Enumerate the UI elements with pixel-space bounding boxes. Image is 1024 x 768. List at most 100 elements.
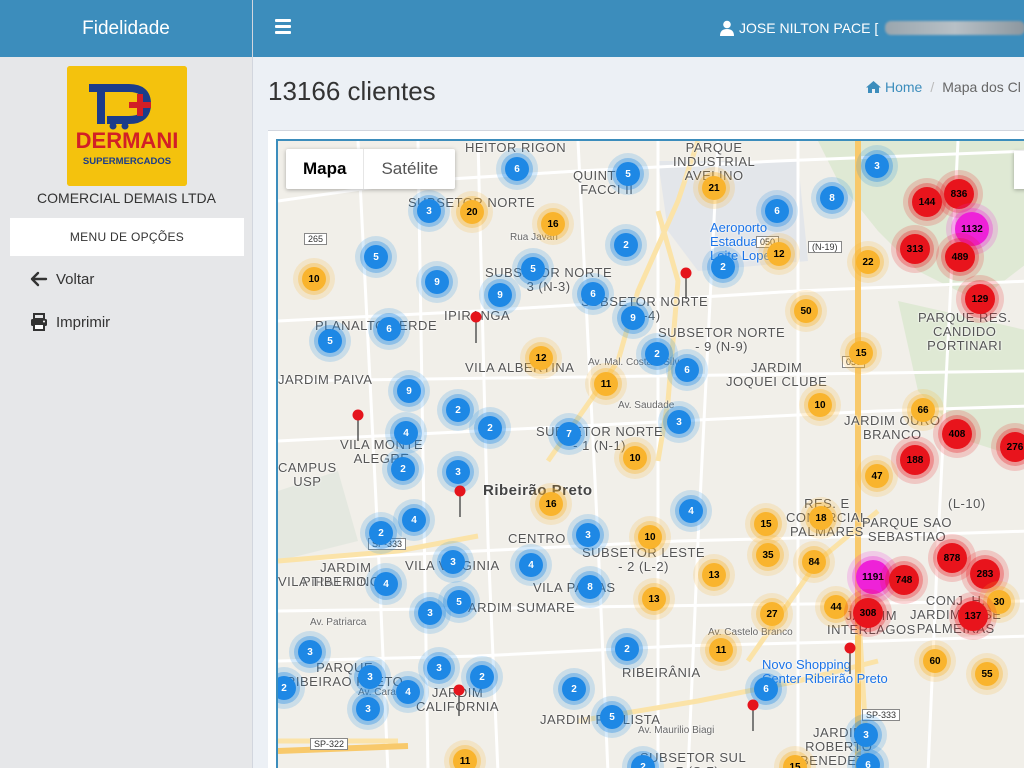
marker-cluster-blue[interactable]: 4 bbox=[396, 680, 420, 704]
map-pin-marker[interactable] bbox=[844, 642, 856, 674]
marker-cluster-blue[interactable]: 4 bbox=[394, 421, 418, 445]
marker-cluster-orange[interactable]: 22 bbox=[856, 250, 880, 274]
map-pin-marker[interactable] bbox=[747, 699, 759, 731]
marker-cluster-blue[interactable]: 4 bbox=[519, 553, 543, 577]
marker-cluster-blue[interactable]: 9 bbox=[488, 283, 512, 307]
marker-cluster-blue[interactable]: 2 bbox=[645, 342, 669, 366]
marker-cluster-red[interactable]: 276 bbox=[1000, 432, 1024, 462]
marker-cluster-orange[interactable]: 10 bbox=[623, 446, 647, 470]
marker-cluster-blue[interactable]: 3 bbox=[667, 410, 691, 434]
marker-cluster-blue[interactable]: 5 bbox=[447, 590, 471, 614]
marker-cluster-blue[interactable]: 5 bbox=[521, 257, 545, 281]
hamburger-menu-icon[interactable] bbox=[275, 19, 291, 37]
marker-cluster-red[interactable]: 408 bbox=[942, 419, 972, 449]
marker-cluster-orange[interactable]: 12 bbox=[529, 346, 553, 370]
marker-cluster-red[interactable]: 308 bbox=[853, 598, 883, 628]
breadcrumb-home[interactable]: Home bbox=[865, 79, 922, 95]
marker-cluster-orange[interactable]: 30 bbox=[987, 590, 1011, 614]
marker-cluster-orange[interactable]: 84 bbox=[802, 550, 826, 574]
marker-cluster-orange[interactable]: 13 bbox=[642, 587, 666, 611]
map-type-map-button[interactable]: Mapa bbox=[286, 149, 363, 189]
marker-cluster-blue[interactable]: 6 bbox=[377, 317, 401, 341]
marker-cluster-orange[interactable]: 16 bbox=[541, 212, 565, 236]
marker-cluster-orange[interactable]: 55 bbox=[975, 662, 999, 686]
marker-cluster-blue[interactable]: 6 bbox=[765, 199, 789, 223]
marker-cluster-red[interactable]: 137 bbox=[958, 601, 988, 631]
map-pin-marker[interactable] bbox=[453, 684, 465, 716]
marker-cluster-blue[interactable]: 3 bbox=[427, 656, 451, 680]
fullscreen-button[interactable] bbox=[1014, 151, 1024, 189]
marker-cluster-blue[interactable]: 6 bbox=[675, 358, 699, 382]
map-pin-marker[interactable] bbox=[352, 409, 364, 441]
marker-cluster-red[interactable]: 144 bbox=[912, 187, 942, 217]
marker-cluster-orange[interactable]: 12 bbox=[767, 242, 791, 266]
marker-cluster-orange[interactable]: 16 bbox=[539, 492, 563, 516]
marker-cluster-blue[interactable]: 2 bbox=[369, 521, 393, 545]
marker-cluster-blue[interactable]: 3 bbox=[356, 697, 380, 721]
user-menu[interactable]: JOSE NILTON PACE [ bbox=[720, 20, 1024, 36]
marker-cluster-red[interactable]: 188 bbox=[900, 445, 930, 475]
marker-cluster-orange[interactable]: 50 bbox=[794, 299, 818, 323]
map-pin-marker[interactable] bbox=[470, 311, 482, 343]
marker-cluster-red[interactable]: 748 bbox=[889, 565, 919, 595]
marker-cluster-red[interactable]: 836 bbox=[944, 179, 974, 209]
marker-cluster-orange[interactable]: 20 bbox=[460, 200, 484, 224]
marker-cluster-red[interactable]: 283 bbox=[970, 559, 1000, 589]
print-link[interactable]: Imprimir bbox=[30, 313, 110, 331]
marker-cluster-orange[interactable]: 10 bbox=[638, 525, 662, 549]
marker-cluster-blue[interactable]: 6 bbox=[505, 157, 529, 181]
marker-cluster-blue[interactable]: 2 bbox=[446, 398, 470, 422]
marker-cluster-blue[interactable]: 7 bbox=[557, 422, 581, 446]
marker-cluster-blue[interactable]: 3 bbox=[418, 601, 442, 625]
marker-cluster-blue[interactable]: 2 bbox=[391, 457, 415, 481]
marker-cluster-blue[interactable]: 2 bbox=[562, 677, 586, 701]
marker-cluster-orange[interactable]: 21 bbox=[702, 176, 726, 200]
marker-cluster-orange[interactable]: 18 bbox=[809, 506, 833, 530]
marker-cluster-orange[interactable]: 35 bbox=[756, 543, 780, 567]
marker-cluster-mag[interactable]: 1132 bbox=[955, 212, 989, 246]
marker-cluster-blue[interactable]: 3 bbox=[854, 723, 878, 747]
map-pin-marker[interactable] bbox=[454, 485, 466, 517]
marker-cluster-blue[interactable]: 4 bbox=[402, 508, 426, 532]
marker-cluster-orange[interactable]: 11 bbox=[709, 638, 733, 662]
map-type-satellite-button[interactable]: Satélite bbox=[363, 149, 455, 189]
marker-cluster-orange[interactable]: 10 bbox=[302, 267, 326, 291]
marker-cluster-orange[interactable]: 44 bbox=[824, 595, 848, 619]
marker-cluster-blue[interactable]: 5 bbox=[616, 162, 640, 186]
marker-cluster-blue[interactable]: 4 bbox=[679, 499, 703, 523]
marker-cluster-blue[interactable]: 5 bbox=[318, 329, 342, 353]
marker-cluster-blue[interactable]: 2 bbox=[614, 233, 638, 257]
marker-cluster-blue[interactable]: 5 bbox=[364, 245, 388, 269]
marker-cluster-blue[interactable]: 8 bbox=[578, 575, 602, 599]
marker-cluster-blue[interactable]: 3 bbox=[298, 640, 322, 664]
marker-cluster-blue[interactable]: 3 bbox=[865, 154, 889, 178]
marker-cluster-blue[interactable]: 2 bbox=[615, 637, 639, 661]
marker-cluster-orange[interactable]: 11 bbox=[594, 372, 618, 396]
marker-cluster-blue[interactable]: 4 bbox=[374, 572, 398, 596]
marker-cluster-blue[interactable]: 9 bbox=[425, 270, 449, 294]
marker-cluster-blue[interactable]: 8 bbox=[820, 186, 844, 210]
marker-cluster-blue[interactable]: 2 bbox=[470, 665, 494, 689]
marker-cluster-red[interactable]: 129 bbox=[965, 284, 995, 314]
marker-cluster-mag[interactable]: 1191 bbox=[856, 560, 890, 594]
brand-title[interactable]: Fidelidade bbox=[0, 0, 252, 57]
marker-cluster-blue[interactable]: 3 bbox=[446, 460, 470, 484]
marker-cluster-blue[interactable]: 2 bbox=[478, 416, 502, 440]
marker-cluster-blue[interactable]: 3 bbox=[576, 523, 600, 547]
marker-cluster-blue[interactable]: 9 bbox=[397, 379, 421, 403]
marker-cluster-blue[interactable]: 3 bbox=[441, 550, 465, 574]
marker-cluster-red[interactable]: 489 bbox=[945, 242, 975, 272]
marker-cluster-blue[interactable]: 3 bbox=[417, 199, 441, 223]
marker-cluster-blue[interactable]: 6 bbox=[754, 677, 778, 701]
marker-cluster-orange[interactable]: 10 bbox=[808, 393, 832, 417]
clients-map[interactable]: Mapa Satélite HEITOR RIGON PARQUE INDUSTR… bbox=[276, 139, 1024, 768]
marker-cluster-orange[interactable]: 13 bbox=[702, 563, 726, 587]
marker-cluster-blue[interactable]: 6 bbox=[581, 282, 605, 306]
map-pin-marker[interactable] bbox=[680, 267, 692, 299]
marker-cluster-orange[interactable]: 11 bbox=[453, 749, 477, 768]
marker-cluster-blue[interactable]: 2 bbox=[711, 255, 735, 279]
marker-cluster-red[interactable]: 313 bbox=[900, 234, 930, 264]
marker-cluster-red[interactable]: 878 bbox=[937, 543, 967, 573]
marker-cluster-blue[interactable]: 3 bbox=[358, 665, 382, 689]
marker-cluster-orange[interactable]: 15 bbox=[754, 512, 778, 536]
